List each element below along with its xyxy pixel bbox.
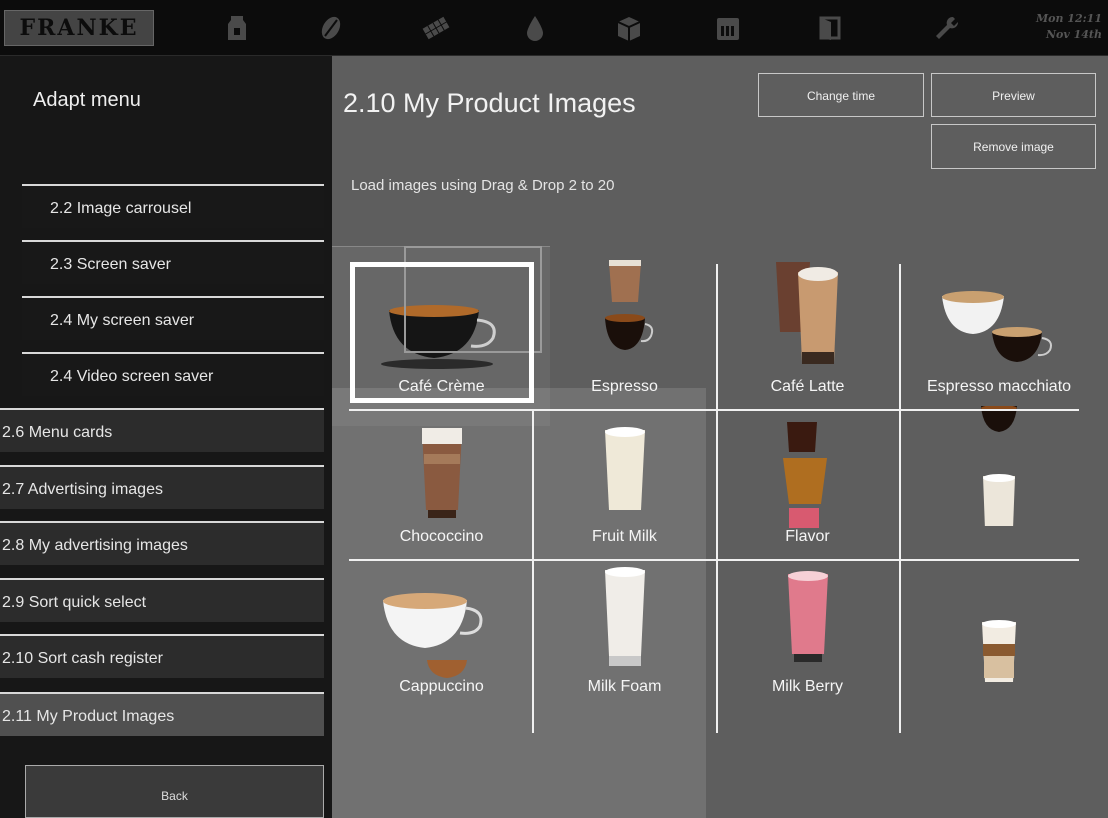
- water-drop-icon[interactable]: [520, 14, 550, 42]
- fruit-milk-icon: [604, 427, 645, 510]
- cappuccino-icon: [382, 593, 482, 678]
- instructions-text: Load images using Drag & Drop 2 to 20: [351, 177, 615, 194]
- product-tile-chococcino[interactable]: Chococcino: [350, 412, 533, 562]
- page-title: 2.10 My Product Images: [343, 88, 636, 118]
- chocolate-icon[interactable]: [420, 14, 450, 42]
- cup-icon: [981, 406, 1017, 526]
- product-tile-cafe-latte[interactable]: Café Latte: [716, 262, 899, 412]
- product-tile-espresso[interactable]: Espresso: [533, 260, 716, 412]
- franke-logo: FRANKE: [4, 10, 154, 46]
- product-tile-milk-foam[interactable]: Milk Foam: [533, 562, 716, 712]
- milk-foam-icon: [604, 567, 645, 666]
- product-label: Café Latte: [770, 378, 845, 395]
- product-tile-fruit-milk[interactable]: Fruit Milk: [533, 412, 716, 562]
- wrench-icon[interactable]: [932, 14, 962, 42]
- sidebar: Adapt menu 2.2 Image carrousel 2.3 Scree…: [0, 56, 332, 818]
- latte-macchiato-icon: [982, 620, 1016, 682]
- grid-divider: [349, 409, 1079, 411]
- sidebar-item-my-product-images[interactable]: 2.11 My Product Images: [0, 692, 324, 736]
- selection-frame: [350, 262, 534, 403]
- product-label: Espresso: [591, 378, 658, 395]
- cafe-latte-icon: [775, 262, 838, 364]
- product-label: Milk Foam: [587, 678, 662, 695]
- remove-image-button[interactable]: Remove image: [931, 124, 1096, 169]
- sidebar-item-menu-cards[interactable]: 2.6 Menu cards: [0, 408, 324, 452]
- sidebar-item-screen-saver[interactable]: 2.3 Screen saver: [22, 240, 324, 284]
- chococcino-icon: [421, 428, 462, 518]
- product-label: Milk Berry: [771, 678, 844, 695]
- door-icon[interactable]: [815, 14, 845, 42]
- product-label: Flavor: [785, 528, 830, 545]
- sidebar-item-video-screen-saver[interactable]: 2.4 Video screen saver: [22, 352, 324, 396]
- product-tile-espresso-macchiato[interactable]: Espresso macchiato: [899, 262, 1099, 412]
- time-text: Mon 12:11: [1035, 12, 1102, 25]
- sidebar-item-image-carrousel[interactable]: 2.2 Image carrousel: [22, 184, 324, 228]
- sidebar-item-my-advertising-images[interactable]: 2.8 My advertising images: [0, 521, 324, 565]
- grid-divider: [349, 559, 1079, 561]
- back-button[interactable]: Back: [25, 765, 324, 818]
- espresso-icon: [604, 260, 653, 350]
- box-icon[interactable]: [614, 14, 644, 42]
- espresso-macchiato-icon: [942, 291, 1052, 362]
- product-tile-cappuccino[interactable]: Cappuccino: [350, 562, 533, 712]
- top-bar: FRANKE Mon 12:11 Nov 14th: [0, 0, 1108, 56]
- change-time-button[interactable]: Change time: [758, 73, 924, 117]
- main-panel: 2.10 My Product Images Load images using…: [332, 56, 1108, 818]
- sidebar-title: Adapt menu: [33, 89, 141, 111]
- sidebar-item-sort-quick-select[interactable]: 2.9 Sort quick select: [0, 578, 324, 622]
- date-time-display: Mon 12:11 Nov 14th: [1022, 11, 1102, 43]
- preview-button[interactable]: Preview: [931, 73, 1096, 117]
- coffee-bean-icon[interactable]: [316, 14, 346, 42]
- grid-divider: [716, 264, 718, 733]
- product-label: Cappuccino: [399, 678, 484, 695]
- brush-icon[interactable]: [713, 14, 743, 42]
- grid-divider: [899, 264, 901, 733]
- product-label: Fruit Milk: [592, 528, 657, 545]
- sidebar-item-advertising-images[interactable]: 2.7 Advertising images: [0, 465, 324, 509]
- grid-divider: [532, 409, 534, 733]
- date-text: Nov 14th: [1046, 28, 1102, 41]
- sidebar-item-sort-cash-register[interactable]: 2.10 Sort cash register: [0, 634, 324, 678]
- product-tile-milk-berry[interactable]: Milk Berry: [716, 562, 899, 712]
- product-tile-empty-1[interactable]: [899, 406, 1099, 562]
- flavor-icon: [782, 422, 827, 528]
- milk-berry-icon: [787, 571, 828, 662]
- sidebar-item-my-screen-saver[interactable]: 2.4 My screen saver: [22, 296, 324, 340]
- milk-carton-icon[interactable]: [222, 14, 252, 42]
- product-label: Chococcino: [399, 528, 484, 545]
- product-label: Espresso macchiato: [926, 378, 1072, 395]
- product-tile-empty-2[interactable]: [899, 562, 1099, 712]
- product-tile-flavor[interactable]: Flavor: [716, 412, 899, 562]
